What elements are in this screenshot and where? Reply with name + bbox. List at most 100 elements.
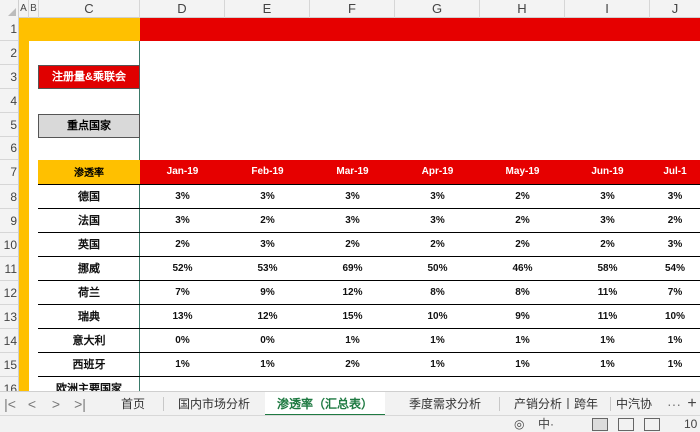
value-cell[interactable]: 10% [395, 304, 480, 329]
last-sheet-icon[interactable]: >| [70, 392, 90, 416]
value-cell[interactable]: 9% [225, 280, 310, 305]
value-cell[interactable]: 11% [565, 304, 650, 329]
add-sheet-icon[interactable]: + [684, 392, 700, 416]
column-header-c[interactable]: C [39, 0, 140, 18]
value-cell[interactable]: 7% [140, 280, 225, 305]
value-cell[interactable]: 3% [650, 184, 700, 209]
value-cell[interactable]: 1% [395, 328, 480, 353]
value-cell[interactable]: 8% [395, 280, 480, 305]
country-cell[interactable]: 欧洲主要国家 [38, 376, 140, 391]
month-header[interactable]: Apr-19 [395, 160, 480, 185]
more-tabs-icon[interactable]: ··· [664, 392, 684, 416]
page-break-view-icon[interactable] [644, 418, 660, 431]
value-cell[interactable]: 0% [225, 328, 310, 353]
value-cell[interactable]: 1% [565, 328, 650, 353]
value-cell[interactable]: 2% [650, 208, 700, 233]
row-header[interactable]: 12 [0, 281, 18, 305]
row-header[interactable]: 16 [0, 377, 18, 391]
country-cell[interactable]: 英国 [38, 232, 140, 257]
column-header-i[interactable]: I [565, 0, 650, 18]
month-header[interactable]: Mar-19 [310, 160, 395, 185]
month-header[interactable]: Feb-19 [225, 160, 310, 185]
value-cell[interactable]: 12% [225, 304, 310, 329]
row-header[interactable]: 2 [0, 41, 18, 65]
value-cell[interactable]: 58% [565, 256, 650, 281]
value-cell[interactable]: 9% [480, 304, 565, 329]
value-cell[interactable] [225, 376, 310, 391]
country-cell[interactable]: 意大利 [38, 328, 140, 353]
row-header[interactable]: 3 [0, 65, 18, 89]
country-cell[interactable]: 荷兰 [38, 280, 140, 305]
value-cell[interactable]: 3% [225, 232, 310, 257]
row-header[interactable]: 9 [0, 209, 18, 233]
registration-button[interactable]: 注册量&乘联会 [38, 65, 140, 89]
select-all-corner[interactable] [0, 0, 19, 18]
tab-production-sales[interactable]: 产销分析丨跨年 [503, 392, 609, 416]
value-cell[interactable]: 1% [310, 328, 395, 353]
column-header-g[interactable]: G [395, 0, 480, 18]
column-header-j[interactable]: J [650, 0, 700, 18]
month-header[interactable]: Jun-19 [565, 160, 650, 185]
value-cell[interactable]: 46% [480, 256, 565, 281]
tab-quarterly-demand[interactable]: 季度需求分析 [395, 392, 495, 416]
value-cell[interactable]: 53% [225, 256, 310, 281]
value-cell[interactable]: 1% [140, 352, 225, 377]
value-cell[interactable]: 1% [650, 328, 700, 353]
value-cell[interactable]: 1% [565, 352, 650, 377]
zoom-level[interactable]: 10 [684, 416, 697, 432]
value-cell[interactable]: 3% [650, 232, 700, 257]
tab-penetration-summary[interactable]: 渗透率（汇总表） [265, 392, 385, 416]
value-cell[interactable] [480, 376, 565, 391]
month-header[interactable]: Jul-1 [650, 160, 700, 185]
value-cell[interactable]: 8% [480, 280, 565, 305]
column-header-h[interactable]: H [480, 0, 565, 18]
value-cell[interactable]: 2% [310, 352, 395, 377]
value-cell[interactable]: 2% [225, 208, 310, 233]
row-header[interactable]: 15 [0, 353, 18, 377]
row-header[interactable]: 4 [0, 89, 18, 113]
prev-sheet-icon[interactable]: < [22, 392, 42, 416]
row-header[interactable]: 14 [0, 329, 18, 353]
value-cell[interactable]: 1% [650, 352, 700, 377]
value-cell[interactable]: 12% [310, 280, 395, 305]
value-cell[interactable]: 10% [650, 304, 700, 329]
first-sheet-icon[interactable]: |< [0, 392, 20, 416]
value-cell[interactable]: 2% [565, 232, 650, 257]
value-cell[interactable] [310, 376, 395, 391]
value-cell[interactable]: 2% [480, 184, 565, 209]
value-cell[interactable]: 3% [225, 184, 310, 209]
value-cell[interactable]: 2% [310, 232, 395, 257]
row-header[interactable]: 11 [0, 257, 18, 281]
worksheet-grid[interactable]: 注册量&乘联会 重点国家 渗透率 Jan-19 Feb-19 Mar-19 Apr-19… [19, 18, 700, 391]
column-header-b[interactable]: B [29, 0, 39, 18]
country-cell[interactable]: 德国 [38, 184, 140, 209]
row-header[interactable]: 13 [0, 305, 18, 329]
normal-view-icon[interactable] [592, 418, 608, 431]
value-cell[interactable]: 2% [480, 208, 565, 233]
column-header-e[interactable]: E [225, 0, 310, 18]
tab-home[interactable]: 首页 [105, 392, 161, 416]
value-cell[interactable] [395, 376, 480, 391]
value-cell[interactable]: 1% [395, 352, 480, 377]
country-cell[interactable]: 瑞典 [38, 304, 140, 329]
column-header-d[interactable]: D [140, 0, 225, 18]
value-cell[interactable]: 1% [225, 352, 310, 377]
tab-domestic-market[interactable]: 国内市场分析 [166, 392, 262, 416]
value-cell[interactable]: 11% [565, 280, 650, 305]
value-cell[interactable]: 3% [310, 184, 395, 209]
value-cell[interactable] [650, 376, 700, 391]
value-cell[interactable]: 69% [310, 256, 395, 281]
month-header[interactable]: May-19 [480, 160, 565, 185]
value-cell[interactable] [140, 376, 225, 391]
row-header[interactable]: 5 [0, 113, 18, 137]
value-cell[interactable]: 1% [480, 328, 565, 353]
country-cell[interactable]: 法国 [38, 208, 140, 233]
value-cell[interactable]: 3% [140, 184, 225, 209]
row-header[interactable]: 1 [0, 18, 18, 41]
value-cell[interactable]: 0% [140, 328, 225, 353]
value-cell[interactable]: 54% [650, 256, 700, 281]
value-cell[interactable]: 50% [395, 256, 480, 281]
value-cell[interactable]: 15% [310, 304, 395, 329]
accessibility-icon[interactable]: ◎ [514, 416, 524, 432]
value-cell[interactable]: 7% [650, 280, 700, 305]
